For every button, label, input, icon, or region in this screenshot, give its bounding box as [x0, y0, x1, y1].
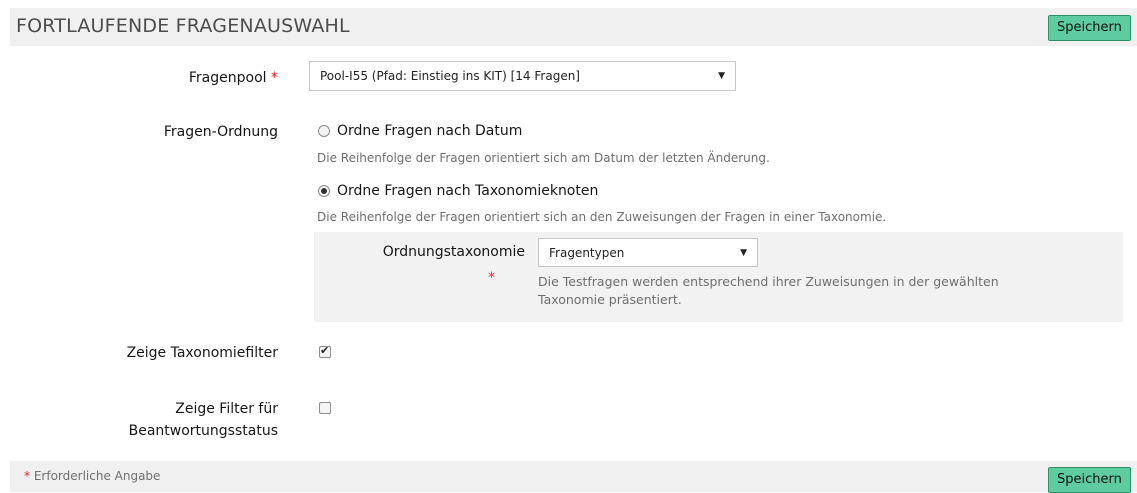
required-marker: *	[488, 270, 495, 286]
section-title: FORTLAUFENDE FRAGENAUSWAHL	[16, 15, 350, 37]
order-by-taxonomy-hint: Die Reihenfolge der Fragen orientiert si…	[317, 210, 887, 224]
order-by-date-label[interactable]: Ordne Fragen nach Datum	[337, 121, 522, 141]
question-pool-label-text: Fragenpool	[188, 70, 267, 86]
save-button-top[interactable]: Speichern	[1048, 15, 1131, 41]
question-pool-select[interactable]: Pool-I55 (Pfad: Einstieg ins KIT) [14 Fr…	[309, 61, 736, 91]
required-note-text: Erforderliche Angabe	[33, 469, 161, 483]
chevron-down-icon: ▼	[718, 71, 725, 81]
taxonomy-filter-label: Zeige Taxonomiefilter	[126, 345, 278, 361]
question-pool-label: Fragenpool *	[60, 67, 278, 89]
question-pool-select-value: Pool-I55 (Pfad: Einstieg ins KIT) [14 Fr…	[320, 69, 580, 83]
chevron-down-icon: ▼	[740, 248, 747, 258]
order-taxonomy-select-value: Fragentypen	[549, 246, 625, 260]
order-taxonomy-select[interactable]: Fragentypen ▼	[538, 238, 758, 267]
order-by-taxonomy-label[interactable]: Ordne Fragen nach Taxonomieknoten	[337, 181, 598, 201]
taxonomy-subpanel: Ordnungstaxonomie * Fragentypen ▼ Die Te…	[314, 232, 1123, 322]
order-taxonomy-label: Ordnungstaxonomie	[382, 244, 525, 260]
form-footer: * Erforderliche Angabe	[10, 461, 1137, 492]
required-note: * Erforderliche Angabe	[24, 469, 160, 483]
order-by-taxonomy-radio[interactable]	[318, 185, 330, 197]
answer-status-filter-checkbox[interactable]	[319, 402, 331, 414]
order-taxonomy-hint: Die Testfragen werden entsprechend ihrer…	[538, 274, 999, 307]
section-header: FORTLAUFENDE FRAGENAUSWAHL	[10, 8, 1137, 46]
answer-status-filter-label: Zeige Filter für Beantwortungsstatus	[128, 401, 278, 439]
order-by-date-radio[interactable]	[318, 125, 330, 137]
required-marker: *	[271, 70, 278, 86]
save-button-bottom[interactable]: Speichern	[1048, 467, 1131, 493]
required-marker: *	[24, 469, 30, 483]
order-by-date-hint: Die Reihenfolge der Fragen orientiert si…	[317, 151, 770, 165]
question-order-label: Fragen-Ordnung	[163, 124, 278, 140]
taxonomy-filter-checkbox[interactable]	[319, 344, 331, 358]
